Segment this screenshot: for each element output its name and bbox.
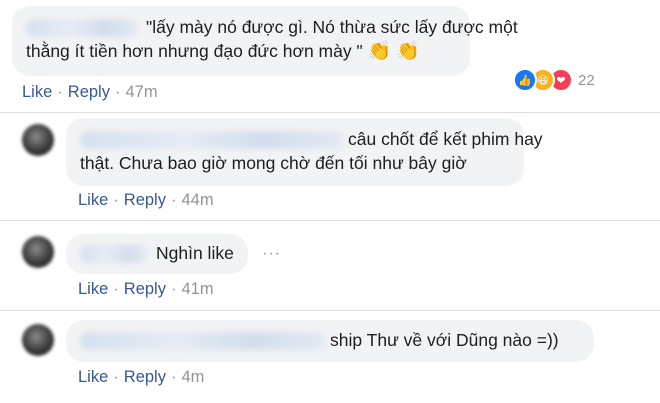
blurred-author-name <box>80 245 148 264</box>
comment-bubble: câu chốt để kết phim hay thật. Chưa bao … <box>66 118 543 186</box>
comment-actions: Like · Reply · 44m <box>78 191 214 210</box>
comment-text: "lấy mày nó được gì. Nó thừa sức lấy đượ… <box>146 17 518 37</box>
separator-dot: · <box>170 368 177 386</box>
like-icon: 👍 <box>513 68 537 92</box>
timestamp[interactable]: 47m <box>125 83 157 101</box>
comment-bubble: "lấy mày nó được gì. Nó thừa sức lấy đượ… <box>12 6 518 76</box>
divider <box>0 220 660 221</box>
like-link[interactable]: Like <box>78 191 108 209</box>
reply-link[interactable]: Reply <box>68 83 110 101</box>
like-link[interactable]: Like <box>22 83 52 101</box>
comment-text: câu chốt để kết phim hay <box>348 129 543 149</box>
separator-dot: · <box>114 83 121 101</box>
clapping-hands-icon: 👏 <box>367 41 392 62</box>
reaction-count: 22 <box>578 71 595 89</box>
separator-dot: · <box>113 368 119 386</box>
blurred-author-name <box>80 332 326 351</box>
timestamp[interactable]: 44m <box>181 191 213 209</box>
comment-actions: Like · Reply · 47m <box>22 83 158 102</box>
divider <box>0 310 660 311</box>
avatar[interactable] <box>22 124 54 156</box>
separator-dot: · <box>57 83 63 101</box>
separator-dot: · <box>113 191 119 209</box>
comment-actions: Like · Reply · 41m <box>78 280 214 299</box>
reply-link[interactable]: Reply <box>124 280 166 298</box>
more-options-icon[interactable]: ··· <box>262 245 281 263</box>
comment-bubble: Nghìn like <box>66 234 248 274</box>
divider <box>0 112 660 113</box>
separator-dot: · <box>170 280 177 298</box>
like-link[interactable]: Like <box>78 280 108 298</box>
comment-text: Nghìn like <box>156 243 234 263</box>
blurred-author-name <box>80 131 344 150</box>
comment-text: thằng ít tiền hơn nhưng đạo đức hơn mày … <box>26 41 363 61</box>
comment-text: ship Thư về với Dũng nào =)) <box>330 330 559 350</box>
avatar[interactable] <box>22 236 54 268</box>
reply-link[interactable]: Reply <box>124 191 166 209</box>
reaction-summary[interactable]: 👍 😆 ❤ 22 <box>513 68 595 92</box>
avatar[interactable] <box>22 324 54 356</box>
reply-link[interactable]: Reply <box>124 368 166 386</box>
separator-dot: · <box>170 191 177 209</box>
timestamp[interactable]: 4m <box>181 368 204 386</box>
comment-text: thật. Chưa bao giờ mong chờ đến tối như … <box>80 153 467 173</box>
blurred-author-name <box>26 19 138 38</box>
separator-dot: · <box>113 280 119 298</box>
like-link[interactable]: Like <box>78 368 108 386</box>
comment-actions: Like · Reply · 4m <box>78 368 204 387</box>
timestamp[interactable]: 41m <box>181 280 213 298</box>
clapping-hands-icon: 👏 <box>396 41 420 62</box>
comment-bubble: ship Thư về với Dũng nào =)) <box>66 320 594 362</box>
